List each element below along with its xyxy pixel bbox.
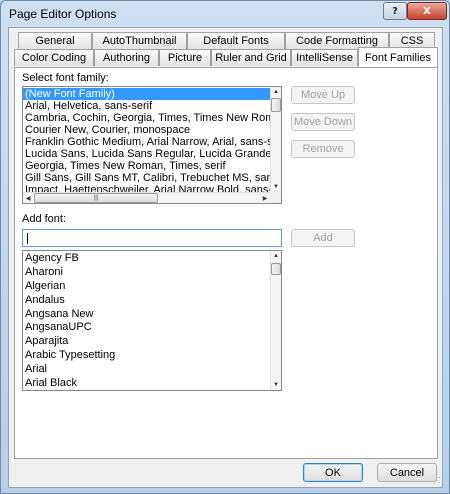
tab-label: General: [35, 35, 75, 47]
text-caret: [27, 233, 28, 244]
list-item[interactable]: Courier New, Courier, monospace: [23, 124, 270, 136]
close-button[interactable]: X: [407, 2, 447, 20]
add-font-input[interactable]: [22, 229, 282, 247]
tab-label: Font Families: [364, 51, 432, 64]
scroll-down-icon[interactable]: ▼: [271, 380, 281, 390]
tab-label: Authoring: [102, 52, 151, 64]
move-up-label: Move Up: [300, 89, 346, 101]
select-font-family-label: Select font family:: [22, 72, 109, 84]
tab-label: IntelliSense: [296, 52, 353, 64]
tab-picture[interactable]: Picture: [159, 49, 211, 66]
list-item[interactable]: Cambria, Cochin, Georgia, Times, Times N…: [23, 112, 281, 124]
tab-label: AutoThumbnail: [102, 35, 177, 47]
list-item[interactable]: Agency FB: [23, 252, 270, 266]
scroll-right-icon[interactable]: ▶: [260, 193, 270, 203]
move-up-button[interactable]: Move Up: [291, 86, 355, 104]
tab-label: Color Coding: [21, 52, 87, 64]
list-item[interactable]: Angsana New: [23, 308, 270, 322]
move-down-label: Move Down: [293, 116, 353, 128]
scroll-thumb[interactable]: [271, 98, 281, 112]
add-font-label: Add font:: [22, 213, 67, 225]
tab-authoring[interactable]: Authoring: [94, 49, 159, 66]
resize-grip-icon[interactable]: ⋰: [433, 476, 441, 485]
installed-font-items: Agency FB Aharoni Algerian Andalus Angsa…: [23, 252, 270, 390]
tab-default-fonts[interactable]: Default Fonts: [187, 32, 285, 49]
move-down-button[interactable]: Move Down: [291, 113, 355, 131]
cancel-label: Cancel: [389, 466, 425, 479]
list-item[interactable]: Arial Black: [23, 377, 270, 390]
add-label: Add: [313, 232, 333, 244]
cancel-button[interactable]: Cancel: [377, 463, 437, 482]
list-item[interactable]: Algerian: [23, 280, 270, 294]
tab-general[interactable]: General: [18, 32, 92, 49]
list-item[interactable]: Aharoni: [23, 266, 270, 280]
font-family-vscroll[interactable]: ▲ ▼: [270, 87, 281, 192]
title-bar[interactable]: Page Editor Options ? X: [1, 1, 449, 27]
list-item[interactable]: Lucida Sans, Lucida Sans Regular, Lucida…: [23, 148, 281, 160]
add-button[interactable]: Add: [291, 229, 355, 247]
scroll-corner: [270, 192, 281, 203]
hscroll-thumb[interactable]: |||: [34, 193, 158, 203]
help-button[interactable]: ?: [383, 2, 407, 20]
tab-label: Code Formatting: [296, 35, 378, 47]
tab-label: Picture: [167, 52, 203, 64]
scroll-up-icon[interactable]: ▲: [271, 87, 281, 97]
tab-intellisense[interactable]: IntelliSense: [291, 49, 358, 66]
scroll-thumb[interactable]: [271, 263, 281, 275]
tab-label: Ruler and Grid: [215, 52, 287, 64]
installed-fonts-list[interactable]: Agency FB Aharoni Algerian Andalus Angsa…: [22, 250, 282, 391]
scroll-up-icon[interactable]: ▲: [271, 251, 281, 261]
installed-fonts-vscroll[interactable]: ▲ ▼: [270, 251, 281, 390]
remove-label: Remove: [302, 143, 344, 155]
font-family-list[interactable]: (New Font Family) Arial, Helvetica, sans…: [22, 86, 282, 204]
remove-button[interactable]: Remove: [291, 140, 355, 158]
close-icon: X: [423, 5, 431, 17]
ok-button[interactable]: OK: [303, 463, 363, 482]
tab-label: CSS: [400, 35, 424, 47]
list-item[interactable]: Franklin Gothic Medium, Arial Narrow, Ar…: [23, 136, 281, 148]
list-item[interactable]: Gill Sans, Gill Sans MT, Calibri, Trebuc…: [23, 172, 281, 184]
font-families-panel: Select font family: (New Font Family) Ar…: [14, 67, 438, 459]
dialog-window: Page Editor Options ? X General AutoThum…: [0, 0, 450, 494]
list-item[interactable]: AngsanaUPC: [23, 321, 270, 335]
font-family-hscroll[interactable]: ◀ ||| ▶: [23, 192, 270, 203]
ok-label: OK: [325, 466, 341, 479]
scroll-left-icon[interactable]: ◀: [23, 193, 33, 203]
tab-autothumbnail[interactable]: AutoThumbnail: [92, 32, 187, 49]
list-item[interactable]: Arial, Helvetica, sans-serif: [23, 100, 270, 112]
tab-font-families[interactable]: Font Families: [358, 47, 438, 67]
font-family-items: (New Font Family) Arial, Helvetica, sans…: [23, 88, 281, 196]
list-item[interactable]: Aparajita: [23, 335, 270, 349]
list-item[interactable]: Andalus: [23, 294, 270, 308]
tab-label: Default Fonts: [203, 35, 269, 47]
dialog-client: General AutoThumbnail Default Fonts Code…: [8, 27, 443, 488]
help-icon: ?: [392, 5, 398, 17]
list-item[interactable]: (New Font Family): [23, 88, 270, 100]
list-item[interactable]: Arial: [23, 363, 270, 377]
window-title: Page Editor Options: [9, 7, 117, 21]
scroll-down-icon[interactable]: ▼: [271, 182, 281, 192]
list-item[interactable]: Georgia, Times New Roman, Times, serif: [23, 160, 270, 172]
list-item[interactable]: Arabic Typesetting: [23, 349, 270, 363]
tab-color-coding[interactable]: Color Coding: [14, 49, 94, 66]
tab-ruler-and-grid[interactable]: Ruler and Grid: [211, 49, 291, 66]
